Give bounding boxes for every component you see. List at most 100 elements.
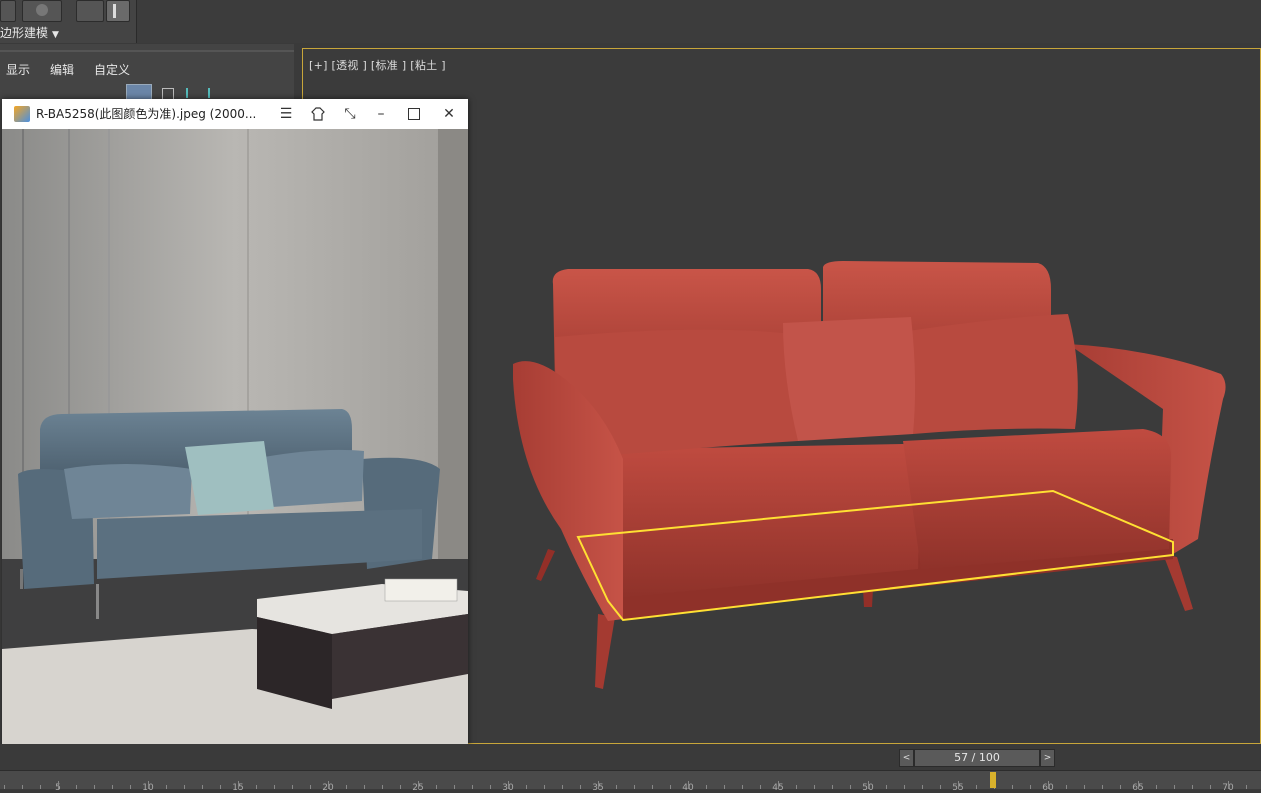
ruler-tick — [400, 785, 401, 789]
ruler-tick — [670, 785, 671, 789]
chevron-down-icon: ▼ — [52, 30, 59, 40]
main-toolbar: 边形建模 ▼ — [0, 0, 137, 43]
ruler-tick — [760, 785, 761, 789]
ruler-tick — [850, 785, 851, 789]
photo-sofa-pillow — [264, 449, 364, 507]
minimize-icon[interactable]: – — [370, 104, 392, 124]
sofa-pillow-center — [783, 317, 916, 441]
pin-icon — [113, 4, 116, 18]
ruler-tick — [472, 785, 473, 789]
time-slider-bar — [0, 744, 1261, 770]
ruler-tick — [1156, 785, 1157, 789]
ruler-tick — [310, 785, 311, 789]
ruler-tick — [652, 785, 653, 789]
menu-customize[interactable]: 自定义 — [94, 58, 130, 82]
ruler-tick — [1066, 785, 1067, 789]
sofa-leg — [536, 549, 555, 581]
ruler-tick — [904, 785, 905, 789]
ruler-tick — [202, 785, 203, 789]
ruler-tick — [256, 785, 257, 789]
ribbon-dropdown[interactable]: 边形建模 ▼ — [0, 24, 59, 42]
top-toolbar-area — [137, 0, 1261, 43]
ruler-tick — [1102, 785, 1103, 789]
ruler-tick — [94, 785, 95, 789]
frame-counter[interactable]: 57 / 100 — [914, 749, 1040, 767]
next-frame-button[interactable]: > — [1040, 749, 1055, 767]
toolbar-button[interactable] — [0, 0, 16, 22]
ruler-tick — [580, 785, 581, 789]
ruler-tick — [832, 785, 833, 789]
record-button[interactable] — [22, 0, 62, 22]
menu-display[interactable]: 显示 — [6, 58, 30, 82]
ruler-tick — [40, 785, 41, 789]
ruler-tick — [562, 785, 563, 789]
ruler-tick — [1192, 785, 1193, 789]
ruler-tick — [22, 785, 23, 789]
ruler-tick — [922, 785, 923, 789]
ruler-tick — [220, 785, 221, 789]
reference-photo — [2, 129, 468, 751]
viewer-titlebar[interactable]: R-BA5258(此图颜色为准).jpeg (2000... ☰ ⤡ – ✕ — [2, 99, 468, 130]
ruler-tick — [634, 785, 635, 789]
ruler-tick — [184, 785, 185, 789]
ruler-tick — [940, 785, 941, 789]
hamburger-icon[interactable]: ☰ — [275, 104, 297, 124]
toolbar-button-active[interactable] — [106, 0, 130, 22]
sofa-seat-right — [903, 429, 1172, 569]
maximize-icon[interactable] — [403, 104, 425, 124]
ruler-tick — [1084, 785, 1085, 789]
book-stack — [384, 578, 458, 602]
ruler-tick — [436, 785, 437, 789]
ruler-tick — [130, 785, 131, 789]
sofa-leg — [1163, 554, 1193, 611]
hierarchy-icon[interactable] — [186, 88, 198, 98]
ruler-tick — [1012, 785, 1013, 789]
toolbar-button[interactable] — [76, 0, 104, 22]
filter-toolbar — [0, 84, 294, 102]
ruler-tick — [976, 785, 977, 789]
sofa-pillow-right — [906, 314, 1078, 434]
close-icon[interactable]: ✕ — [438, 104, 460, 124]
ruler-tick — [490, 785, 491, 789]
ruler-tick — [346, 785, 347, 789]
ruler-tick — [382, 785, 383, 789]
layer-icon[interactable] — [208, 88, 220, 98]
ruler-tick — [112, 785, 113, 789]
ruler-tick — [274, 785, 275, 789]
ruler-tick — [292, 785, 293, 789]
photo-sofa-accent-pillow — [185, 441, 274, 515]
ruler-tick — [526, 785, 527, 789]
timeline-ruler[interactable]: 510152025303540455055606570 — [0, 770, 1261, 793]
ruler-tick — [742, 785, 743, 789]
photo-sofa-leg — [20, 569, 23, 589]
ruler-tick — [1210, 785, 1211, 789]
photo-sofa-leg — [96, 584, 99, 619]
scene-explorer-menubar: 显示 编辑 自定义 — [0, 58, 294, 82]
image-viewer-icon — [14, 106, 30, 122]
wall-panel — [438, 129, 468, 599]
ruler-tick — [76, 785, 77, 789]
ribbon-label: 边形建模 — [0, 26, 49, 40]
expand-icon[interactable]: ⤡ — [339, 104, 361, 124]
ruler-tick — [1030, 785, 1031, 789]
image-viewer-window[interactable]: R-BA5258(此图颜色为准).jpeg (2000... ☰ ⤡ – ✕ — [2, 99, 468, 751]
ruler-tick — [166, 785, 167, 789]
ruler-tick — [796, 785, 797, 789]
ruler-tick — [814, 785, 815, 789]
record-icon — [36, 4, 48, 16]
ruler-tick — [1246, 785, 1247, 789]
menu-edit[interactable]: 编辑 — [50, 58, 74, 82]
current-frame-marker[interactable] — [990, 772, 996, 788]
ruler-tick — [616, 785, 617, 789]
ruler-tick — [1174, 785, 1175, 789]
viewer-title: R-BA5258(此图颜色为准).jpeg (2000... — [36, 107, 257, 121]
shirt-pin-icon[interactable] — [307, 104, 329, 124]
photo-sofa-pillow — [64, 464, 192, 519]
ruler-tick — [4, 785, 5, 789]
sofa-leg — [595, 614, 615, 689]
prev-frame-button[interactable]: < — [899, 749, 914, 767]
ruler-tick — [706, 785, 707, 789]
ruler-tick — [364, 785, 365, 789]
ruler-tick — [454, 785, 455, 789]
ruler-tick — [886, 785, 887, 789]
